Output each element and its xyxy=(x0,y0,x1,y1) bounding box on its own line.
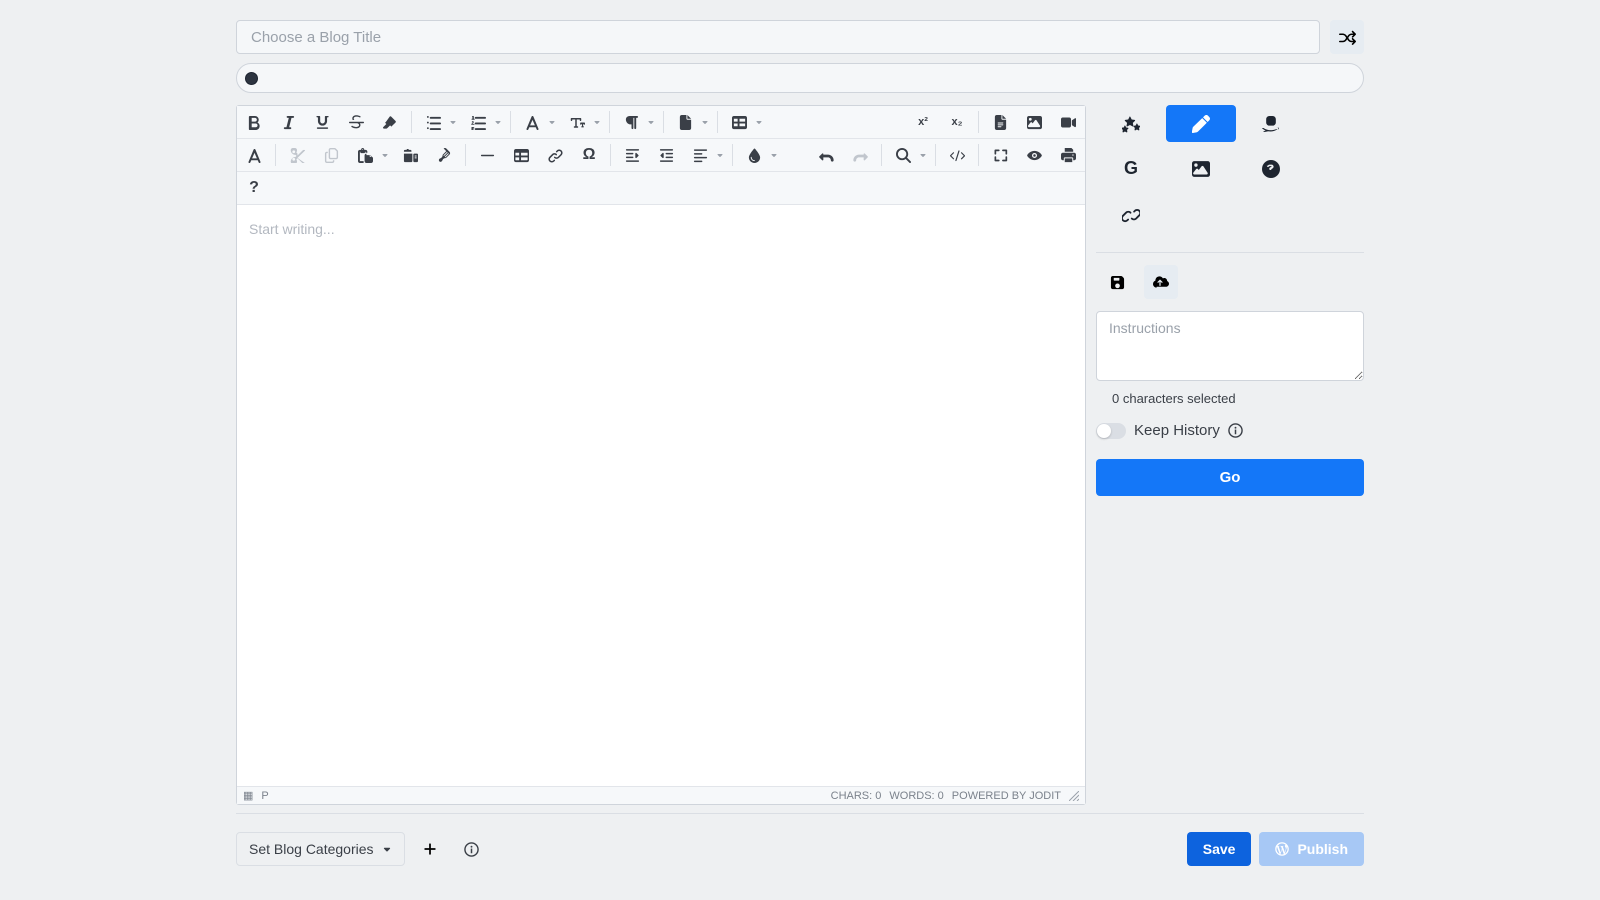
side-separator xyxy=(1096,252,1364,253)
category-info-button[interactable] xyxy=(455,832,489,866)
file-button[interactable] xyxy=(671,108,699,136)
tableicon-button[interactable] xyxy=(725,108,753,136)
status-words: WORDS: 0 xyxy=(889,790,943,802)
dropdown-caret[interactable] xyxy=(493,108,503,136)
sub-button[interactable]: x₂ xyxy=(943,108,971,136)
info-icon[interactable] xyxy=(1228,423,1243,438)
publish-label: Publish xyxy=(1297,841,1348,857)
shuffle-button[interactable] xyxy=(1330,20,1364,54)
toolbar-row-3: ? xyxy=(237,172,1085,205)
tab-magic[interactable] xyxy=(1096,105,1166,142)
omega-button[interactable]: Ω xyxy=(575,141,603,169)
hr-button[interactable] xyxy=(473,141,501,169)
tab-help[interactable] xyxy=(1236,150,1306,187)
dropdown-caret[interactable] xyxy=(918,141,928,169)
toolbar-row-1: x²x₂ xyxy=(237,106,1085,139)
keep-history-toggle[interactable] xyxy=(1096,423,1126,439)
resize-icon[interactable] xyxy=(1069,791,1079,801)
align-button[interactable] xyxy=(686,141,714,169)
strike-button[interactable] xyxy=(342,108,370,136)
link-button[interactable] xyxy=(541,141,569,169)
tab-pen[interactable] xyxy=(1166,105,1236,142)
add-category-button[interactable] xyxy=(413,832,447,866)
bold-button[interactable] xyxy=(240,108,268,136)
status-jodit: POWERED BY JODIT xyxy=(952,790,1061,802)
wordpress-icon xyxy=(1275,842,1289,856)
video-button[interactable] xyxy=(1054,108,1082,136)
status-chars: CHARS: 0 xyxy=(831,790,882,802)
tag-bar[interactable] xyxy=(236,63,1364,93)
ol-button[interactable] xyxy=(464,108,492,136)
eye-button[interactable] xyxy=(1020,141,1048,169)
status-path: P xyxy=(261,790,268,802)
tab-link[interactable] xyxy=(1096,195,1166,232)
tab-google[interactable]: G xyxy=(1096,150,1166,187)
zoom-button[interactable] xyxy=(889,141,917,169)
dropdown-caret[interactable] xyxy=(547,108,557,136)
dropdown-caret[interactable] xyxy=(448,108,458,136)
font-button[interactable] xyxy=(518,108,546,136)
blog-title-input[interactable] xyxy=(236,20,1320,54)
tag-dot xyxy=(245,72,258,85)
dropdown-caret[interactable] xyxy=(646,108,656,136)
dropdown-caret[interactable] xyxy=(754,108,764,136)
tab-amazon[interactable] xyxy=(1236,105,1306,142)
side-tabs: G xyxy=(1096,105,1364,240)
pastesp-button[interactable] xyxy=(396,141,424,169)
cloud-upload-icon[interactable] xyxy=(1144,265,1178,299)
publish-button[interactable]: Publish xyxy=(1259,832,1364,866)
categories-dropdown[interactable]: Set Blog Categories xyxy=(236,832,405,866)
print-button[interactable] xyxy=(1054,141,1082,169)
toolbar-row-2: Ω xyxy=(237,139,1085,172)
categories-label: Set Blog Categories xyxy=(249,841,374,857)
image-button[interactable] xyxy=(1020,108,1048,136)
italic-button[interactable] xyxy=(274,108,302,136)
clrfmt-button[interactable] xyxy=(240,141,268,169)
keep-history-label: Keep History xyxy=(1134,422,1220,439)
save-button[interactable]: Save xyxy=(1187,832,1252,866)
outdent-button[interactable] xyxy=(618,141,646,169)
sup-button[interactable]: x² xyxy=(909,108,937,136)
tab-image[interactable] xyxy=(1166,150,1236,187)
indent-button[interactable] xyxy=(652,141,680,169)
dropdown-caret[interactable] xyxy=(769,141,779,169)
underline-button[interactable] xyxy=(308,108,336,136)
copy-button xyxy=(317,141,345,169)
cut-button xyxy=(283,141,311,169)
instructions-input[interactable] xyxy=(1096,311,1364,381)
doc-button[interactable] xyxy=(986,108,1014,136)
editor-status-bar: ▦ P CHARS: 0 WORDS: 0 POWERED BY JODIT xyxy=(237,786,1085,804)
help-button[interactable]: ? xyxy=(240,174,268,202)
code-button[interactable] xyxy=(943,141,971,169)
paste-button[interactable] xyxy=(351,141,379,169)
dropdown-caret[interactable] xyxy=(700,108,710,136)
dropdown-caret[interactable] xyxy=(380,141,390,169)
table-button[interactable] xyxy=(507,141,535,169)
undo-button[interactable] xyxy=(812,141,840,169)
para-button[interactable] xyxy=(617,108,645,136)
editor: x²x₂ Ω ? Start writing... ▦ P CHARS: 0 W… xyxy=(236,105,1086,805)
editor-area[interactable]: Start writing... xyxy=(237,205,1085,786)
dropdown-caret[interactable] xyxy=(592,108,602,136)
grip-icon: ▦ xyxy=(243,789,253,802)
ul-button[interactable] xyxy=(419,108,447,136)
dropdown-caret[interactable] xyxy=(715,141,725,169)
go-button[interactable]: Go xyxy=(1096,459,1364,496)
brush-button[interactable] xyxy=(430,141,458,169)
size-button[interactable] xyxy=(563,108,591,136)
save-local-icon xyxy=(1100,265,1134,299)
chevron-down-icon xyxy=(382,844,392,854)
drop-button[interactable] xyxy=(740,141,768,169)
chars-selected-label: 0 characters selected xyxy=(1112,391,1364,406)
highlight-button[interactable] xyxy=(376,108,404,136)
footer-separator xyxy=(236,813,1364,814)
expand-button[interactable] xyxy=(986,141,1014,169)
redo-button xyxy=(846,141,874,169)
